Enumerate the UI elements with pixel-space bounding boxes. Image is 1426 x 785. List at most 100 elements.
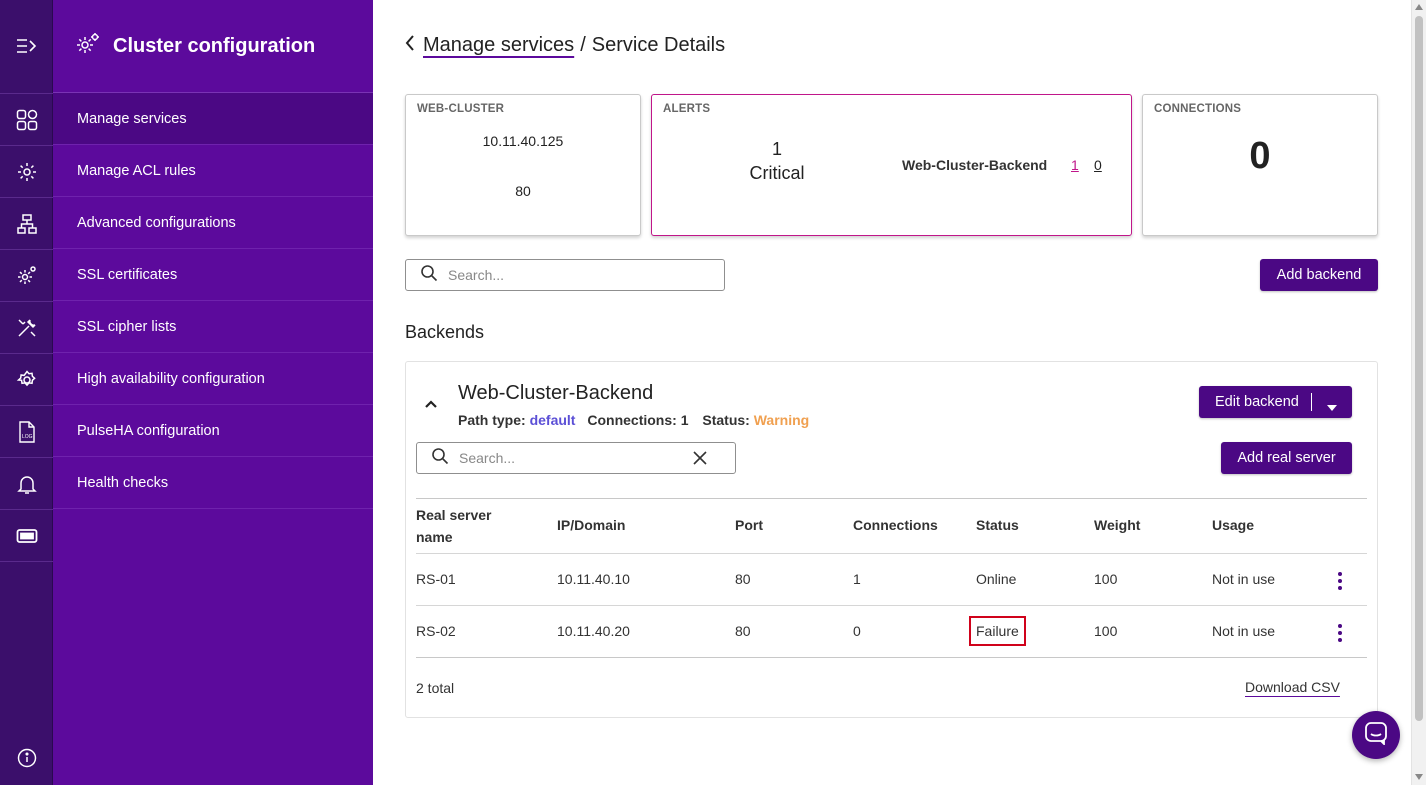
table-top-border	[416, 498, 1367, 499]
col-header-port: Port	[735, 517, 763, 533]
nav-item-high-availability[interactable]: High availability configuration	[53, 353, 373, 405]
services-search-input[interactable]: Search...	[405, 259, 725, 291]
collapse-chevron-icon[interactable]	[424, 396, 438, 414]
table-bottom-border	[416, 657, 1367, 658]
search-icon	[420, 264, 438, 287]
tools-icon[interactable]	[0, 302, 53, 354]
alerts-card: ALERTS 1 Critical Web-Cluster-Backend 1 …	[651, 94, 1132, 236]
backend-status-value: Warning	[753, 412, 810, 428]
icon-rail: LOG	[0, 0, 53, 785]
cell-usage: Not in use	[1212, 623, 1276, 639]
cell-connections: 1	[853, 571, 861, 587]
nav-item-ssl-cipher-lists[interactable]: SSL cipher lists	[53, 301, 373, 353]
cell-status: Online	[976, 571, 1017, 587]
expand-icon[interactable]	[0, 20, 53, 72]
breadcrumb-current: Service Details	[591, 34, 726, 56]
nav-title: Cluster configuration	[113, 34, 316, 57]
col-header-status: Status	[976, 517, 1019, 533]
nav-header: Cluster configuration	[53, 0, 373, 93]
sidebar-nav: Cluster configuration Manage services Ma…	[53, 0, 373, 785]
ssl-gear-icon[interactable]	[0, 250, 53, 302]
add-real-server-button[interactable]: Add real server	[1221, 442, 1352, 474]
row-divider	[416, 553, 1367, 554]
acl-gear-icon[interactable]	[0, 146, 53, 198]
path-type-label: Path type:	[458, 412, 526, 428]
download-csv-link[interactable]: Download CSV	[1245, 679, 1340, 695]
nav-item-ssl-certificates[interactable]: SSL certificates	[53, 249, 373, 301]
cell-name: RS-01	[416, 571, 456, 587]
connections-card-label: CONNECTIONS	[1154, 103, 1242, 115]
backends-heading: Backends	[405, 322, 485, 342]
nav-item-manage-services[interactable]: Manage services	[53, 93, 373, 145]
network-icon[interactable]	[0, 198, 53, 250]
cell-name: RS-02	[416, 623, 456, 639]
nav-item-label: High availability configuration	[77, 370, 265, 387]
chat-launcher-button[interactable]	[1352, 711, 1400, 759]
ticket-icon[interactable]	[0, 510, 53, 562]
nav-item-label: SSL certificates	[77, 266, 178, 283]
col-header-connections: Connections	[853, 517, 938, 533]
backend-status-label: Status:	[702, 412, 750, 428]
backend-panel: Web-Cluster-Backend Path type: default C…	[405, 361, 1378, 718]
connections-value: 0	[1249, 135, 1271, 177]
cluster-card: WEB-CLUSTER 10.11.40.125 80	[405, 94, 641, 236]
cell-ip: 10.11.40.20	[557, 623, 630, 639]
back-chevron-icon[interactable]	[405, 34, 415, 57]
cluster-gear-icon	[75, 32, 101, 61]
nav-item-pulseha[interactable]: PulseHA configuration	[53, 405, 373, 457]
cluster-ip: 10.11.40.125	[482, 133, 564, 149]
path-type-value: default	[529, 412, 576, 428]
scroll-up-icon	[1415, 4, 1423, 10]
clear-search-icon[interactable]	[693, 451, 707, 470]
alerts-critical-link[interactable]: 1	[1071, 157, 1079, 173]
row-menu-icon[interactable]	[1338, 624, 1342, 642]
backend-name: Web-Cluster-Backend	[458, 382, 654, 404]
breadcrumb-parent-link[interactable]: Manage services	[423, 34, 574, 57]
bell-icon[interactable]	[0, 458, 53, 510]
col-header-ip: IP/Domain	[557, 517, 626, 533]
search-placeholder: Search...	[459, 450, 516, 466]
cell-status: Failure	[969, 616, 1026, 646]
log-file-icon[interactable]: LOG	[0, 406, 53, 458]
add-backend-button[interactable]: Add backend	[1260, 259, 1378, 291]
cell-port: 80	[735, 571, 751, 587]
scroll-down-icon	[1415, 774, 1423, 780]
real-server-search-input[interactable]: Search...	[416, 442, 736, 474]
caret-down-icon[interactable]	[1327, 399, 1337, 415]
app-window: LOG Cluster configuration Manage service…	[0, 0, 1426, 785]
cell-connections: 0	[853, 623, 861, 639]
nav-item-label: Health checks	[77, 474, 169, 491]
cell-port: 80	[735, 623, 751, 639]
row-menu-icon[interactable]	[1338, 572, 1342, 590]
edit-backend-label: Edit backend	[1215, 394, 1299, 410]
nav-item-label: Manage services	[77, 110, 187, 127]
alerts-warning-link[interactable]: 0	[1094, 157, 1102, 173]
col-header-name: Real server name	[416, 507, 492, 545]
breadcrumb: Manage services / Service Details	[405, 34, 725, 57]
page-scrollbar[interactable]	[1411, 0, 1426, 785]
connections-card: CONNECTIONS 0	[1142, 94, 1378, 236]
cluster-port: 80	[515, 183, 531, 199]
search-icon	[431, 447, 449, 470]
row-divider	[416, 605, 1367, 606]
nav-item-health-checks[interactable]: Health checks	[53, 457, 373, 509]
main-content: Manage services / Service Details WEB-CL…	[373, 0, 1411, 785]
alerts-count: 1	[771, 139, 782, 159]
cell-usage: Not in use	[1212, 571, 1276, 587]
nav-item-manage-acl-rules[interactable]: Manage ACL rules	[53, 145, 373, 197]
nav-item-advanced-configurations[interactable]: Advanced configurations	[53, 197, 373, 249]
edit-backend-button[interactable]: Edit backend	[1199, 386, 1352, 418]
cell-ip: 10.11.40.10	[557, 571, 630, 587]
alerts-card-label: ALERTS	[663, 103, 711, 115]
svg-text:LOG: LOG	[22, 434, 33, 440]
settings-icon[interactable]	[0, 354, 53, 406]
scroll-thumb[interactable]	[1415, 16, 1423, 721]
nav-item-label: SSL cipher lists	[77, 318, 177, 335]
cell-weight: 100	[1094, 623, 1118, 639]
info-icon[interactable]	[0, 732, 53, 784]
dashboard-icon[interactable]	[0, 94, 53, 146]
backend-connections: Connections: 1	[587, 412, 689, 428]
col-header-weight: Weight	[1094, 517, 1141, 533]
nav-item-label: Manage ACL rules	[77, 162, 196, 179]
nav-item-label: PulseHA configuration	[77, 422, 220, 439]
